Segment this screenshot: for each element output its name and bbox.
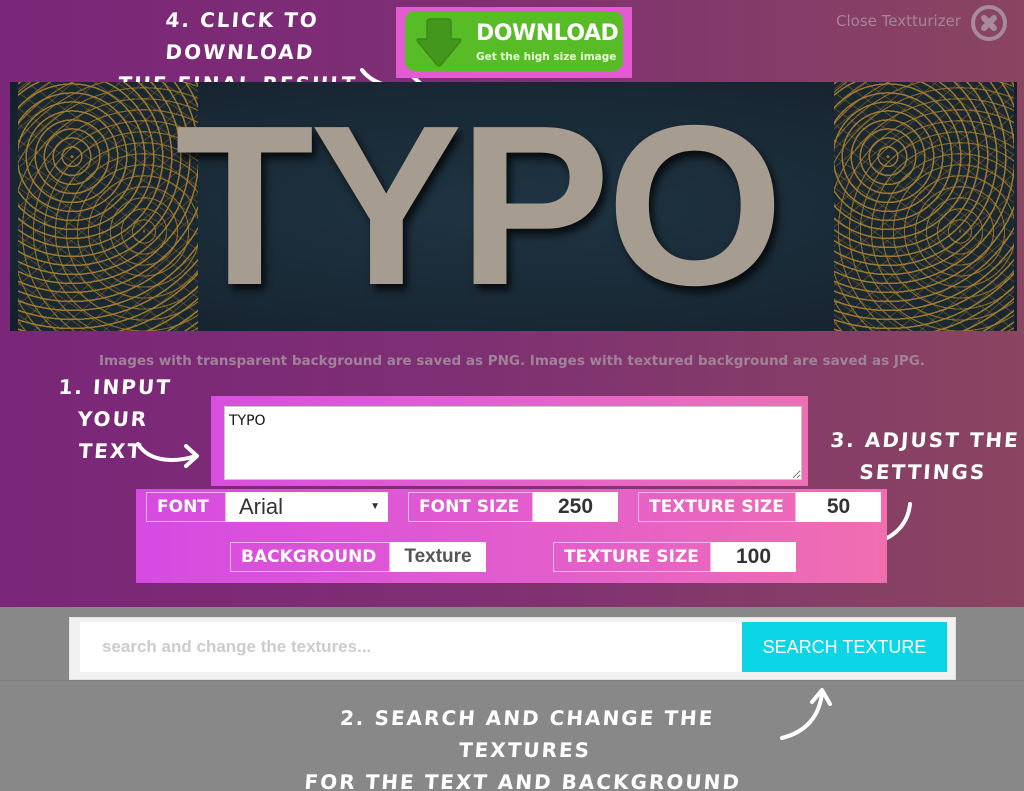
bg-texture-size-label: TEXTURE SIZE [553, 542, 711, 572]
annotation-step-2: 2. Search and change the textures for th… [267, 702, 784, 791]
annotation-line: settings [858, 460, 988, 484]
font-size-field: FONT SIZE 250 [408, 492, 618, 522]
font-select-value: Arial [239, 494, 284, 519]
download-button[interactable]: DOWNLOAD Get the high size image [405, 11, 623, 71]
font-select[interactable]: Arial ▼ [226, 492, 388, 522]
annotation-arrow-icon [136, 442, 199, 468]
background-field: BACKGROUND Texture [230, 542, 486, 572]
text-texture-size-field: TEXTURE SIZE 50 [638, 492, 881, 522]
background-select[interactable]: Texture [390, 542, 486, 572]
texture-search-input[interactable] [80, 622, 742, 672]
close-circle-icon[interactable] [971, 5, 1007, 41]
font-size-label: FONT SIZE [408, 492, 533, 522]
font-field: FONT Arial ▼ [146, 492, 388, 522]
settings-panel: FONT Arial ▼ FONT SIZE 250 TEXTURE SIZE … [136, 489, 887, 583]
bg-texture-size-field: TEXTURE SIZE 100 [553, 542, 796, 572]
annotation-line: 4. Click to download [164, 8, 320, 64]
download-title: DOWNLOAD [476, 21, 619, 46]
floral-border-left [18, 82, 198, 331]
close-textturizer-link[interactable]: Close Textturizer [836, 12, 961, 30]
annotation-line: for the text and background [303, 770, 742, 791]
download-subtitle: Get the high size image [476, 51, 617, 63]
font-label: FONT [146, 492, 226, 522]
divider [0, 680, 1024, 681]
save-format-note: Images with transparent background are s… [99, 353, 925, 369]
background-label: BACKGROUND [230, 542, 390, 572]
annotation-step-3: 3. Adjust the settings [822, 424, 1024, 488]
annotation-line: 3. Adjust the [829, 428, 1021, 452]
annotation-line: 1. Input your [57, 375, 173, 431]
floral-border-right [834, 82, 1014, 331]
text-texture-size-input[interactable]: 50 [796, 492, 881, 522]
annotation-line: 2. Search and change the textures [339, 706, 716, 762]
annotation-arrow-icon [780, 688, 832, 740]
font-size-input[interactable]: 250 [533, 492, 618, 522]
preview-text: TYPO [175, 82, 784, 331]
text-input[interactable] [224, 406, 802, 480]
bg-texture-size-input[interactable]: 100 [711, 542, 796, 572]
download-arrow-icon [416, 18, 462, 67]
text-texture-size-label: TEXTURE SIZE [638, 492, 796, 522]
text-preview-image: TYPO [10, 82, 1017, 331]
dropdown-caret-icon: ▼ [370, 501, 380, 512]
search-texture-button[interactable]: SEARCH TEXTURE [742, 622, 947, 672]
